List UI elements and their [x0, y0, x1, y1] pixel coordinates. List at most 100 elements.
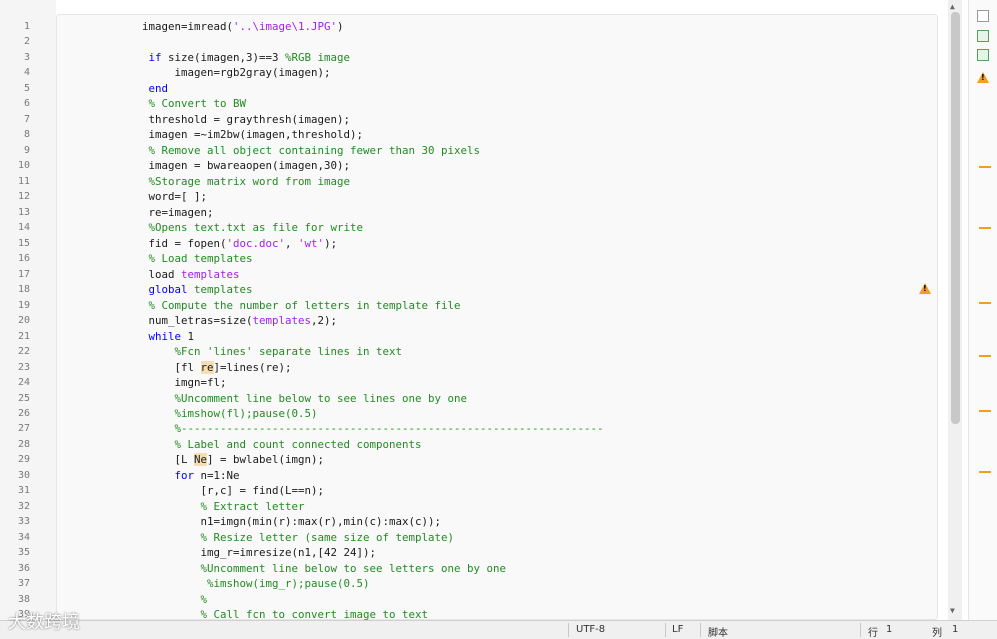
code-line[interactable]: imagen = bwareaopen(imagen,30);: [149, 159, 351, 173]
code-line[interactable]: for n=1:Ne: [175, 469, 240, 483]
status-row-value: 1: [886, 624, 893, 635]
code-line[interactable]: %Opens text.txt as file for write: [149, 221, 364, 235]
code-line[interactable]: %Uncomment line below to see lines one b…: [175, 392, 468, 406]
code-line[interactable]: % Convert to BW: [149, 97, 247, 111]
code-token: n1=imgn(min(r):max(r),min(c):max(c));: [200, 515, 442, 529]
status-mode[interactable]: 脚本: [708, 624, 728, 639]
code-comment: %Uncomment line below to see letters one…: [200, 561, 507, 575]
code-keyword: if: [148, 50, 162, 64]
file-export-icon[interactable]: [977, 49, 989, 61]
code-keyword: for: [174, 468, 195, 482]
code-line[interactable]: word=[ ];: [149, 190, 208, 204]
code-keyword: global: [148, 283, 188, 297]
code-token: [r,c] = find(L==n);: [200, 484, 325, 498]
code-line[interactable]: %imshow(img_r);pause(0.5): [207, 577, 370, 591]
warning-marker[interactable]: [979, 355, 991, 357]
inline-warning-icon[interactable]: [919, 283, 931, 294]
code-comment: % Remove all object containing fewer tha…: [148, 143, 481, 157]
code-editor[interactable]: imagen=imread('..\image\1.JPG') if size(i…: [0, 0, 940, 620]
code-line[interactable]: %Uncomment line below to see letters one…: [201, 562, 507, 576]
code-string: templates: [252, 314, 312, 328]
code-line[interactable]: % Resize letter (same size of template): [201, 531, 455, 545]
scroll-down-icon[interactable]: ▼: [950, 606, 955, 615]
code-comment: %Uncomment line below to see lines one b…: [174, 391, 468, 405]
code-line[interactable]: % Compute the number of letters in templ…: [149, 299, 461, 313]
code-line[interactable]: [fl re]=lines(re);: [174, 360, 292, 375]
code-line[interactable]: if size(imagen,3)==3 %RGB image: [149, 51, 351, 65]
code-comment: %Fcn 'lines' separate lines in text: [174, 345, 403, 359]
code-token: ): [337, 20, 344, 33]
code-comment: %RGB image: [285, 50, 351, 64]
vertical-scrollbar[interactable]: ▲ ▼: [948, 0, 962, 620]
code-comment: % Convert to BW: [148, 97, 247, 111]
code-line[interactable]: end: [149, 82, 169, 96]
status-encoding[interactable]: UTF-8: [576, 624, 605, 635]
code-token: imgn=fl;: [174, 376, 227, 390]
code-token: num_letras=size(: [148, 314, 253, 328]
code-line[interactable]: img_r=imresize(n1,[42 24]);: [201, 546, 377, 560]
status-row-label: 行: [868, 628, 878, 639]
code-comment: %---------------------------------------…: [174, 422, 604, 436]
code-line[interactable]: imagen=imread('..\image\1.JPG'): [142, 20, 344, 34]
code-token: imagen = bwareaopen(imagen,30);: [148, 159, 351, 173]
code-comment: %imshow(img_r);pause(0.5): [207, 577, 370, 591]
code-line[interactable]: % Extract letter: [201, 500, 305, 514]
code-comment: %imshow(fl);pause(0.5): [174, 407, 318, 420]
code-line[interactable]: imgn=fl;: [175, 376, 227, 390]
code-line[interactable]: %Storage matrix word from image: [149, 175, 351, 189]
code-highlight: Ne: [194, 453, 208, 467]
warning-marker[interactable]: [979, 410, 991, 412]
code-line[interactable]: re=imagen;: [149, 206, 214, 220]
code-line[interactable]: imagen=rgb2gray(imagen);: [175, 66, 331, 80]
code-line[interactable]: % Call fcn to convert image to text: [201, 608, 429, 620]
code-token: load: [148, 267, 182, 281]
status-col-label: 列: [932, 628, 942, 639]
code-token: size(imagen,3)==3: [161, 50, 286, 64]
warning-marker[interactable]: [979, 302, 991, 304]
code-line[interactable]: fid = fopen('doc.doc', 'wt');: [149, 237, 338, 251]
code-line[interactable]: imagen =~im2bw(imagen,threshold);: [149, 128, 364, 142]
analyzer-sidebar: [968, 0, 997, 620]
scroll-up-icon[interactable]: ▲: [950, 2, 955, 11]
code-token: [fl: [174, 360, 201, 374]
status-separator: [860, 623, 861, 637]
code-comment: %: [200, 592, 208, 606]
file-compare-icon[interactable]: [977, 10, 989, 22]
code-string: '..\image\1.JPG': [233, 20, 338, 33]
code-line[interactable]: % Remove all object containing fewer tha…: [149, 144, 481, 158]
code-string: templates: [181, 267, 240, 281]
code-line[interactable]: threshold = graythresh(imagen);: [149, 113, 351, 127]
code-line[interactable]: %Fcn 'lines' separate lines in text: [175, 345, 403, 359]
code-line[interactable]: % Load templates: [149, 252, 253, 266]
code-line[interactable]: [L Ne] = bwlabel(imgn);: [175, 453, 325, 467]
code-line[interactable]: load templates: [149, 268, 240, 282]
code-line[interactable]: %: [201, 593, 208, 607]
code-line[interactable]: num_letras=size(templates,2);: [149, 314, 338, 328]
scrollbar-thumb[interactable]: [951, 12, 960, 424]
code-comment: % Load templates: [148, 252, 253, 266]
code-comment: % Call fcn to convert image to text: [200, 608, 429, 620]
watermark: 大数跨境: [8, 612, 80, 633]
code-token: img_r=imresize(n1,[42 24]);: [200, 546, 377, 560]
code-line[interactable]: n1=imgn(min(r):max(r),min(c):max(c));: [201, 515, 442, 529]
warning-marker[interactable]: [979, 166, 991, 168]
code-line[interactable]: while 1: [149, 330, 195, 344]
code-line[interactable]: %imshow(fl);pause(0.5): [175, 407, 318, 421]
code-token: ] = bwlabel(imgn);: [207, 453, 325, 467]
warning-icon[interactable]: [977, 72, 989, 83]
code-token: fid = fopen(: [148, 236, 227, 250]
code-line[interactable]: [r,c] = find(L==n);: [201, 484, 325, 498]
code-highlight: re: [200, 360, 214, 374]
status-line-ending[interactable]: LF: [672, 624, 683, 635]
code-line[interactable]: global templates: [149, 283, 253, 297]
code-comment: templates: [187, 283, 253, 297]
status-separator: [700, 623, 701, 637]
warning-marker[interactable]: [979, 471, 991, 473]
warning-marker[interactable]: [979, 227, 991, 229]
code-line[interactable]: %---------------------------------------…: [175, 422, 604, 436]
code-token: imagen=imread(: [142, 20, 234, 33]
code-token: re=imagen;: [148, 205, 214, 219]
code-line[interactable]: % Label and count connected components: [175, 438, 422, 452]
file-plus-icon[interactable]: [977, 30, 989, 42]
code-keyword: end: [148, 81, 169, 95]
